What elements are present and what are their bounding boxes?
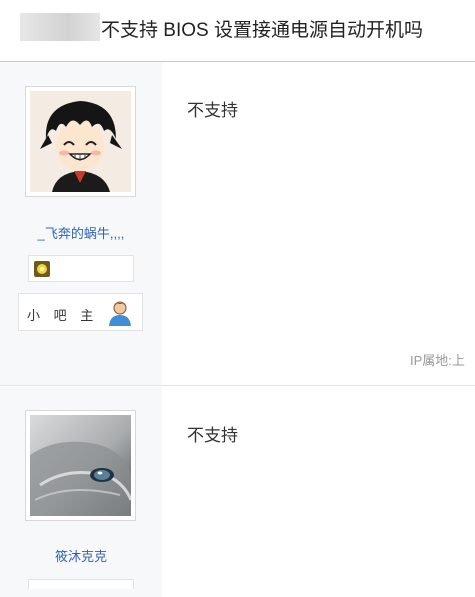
thread-title: 不支持 BIOS 设置接通电源自动开机吗 [101, 20, 423, 41]
anime-avatar-image [30, 91, 131, 192]
author-sidebar: _飞奔的蜗牛,,,, 小 吧 主 [0, 62, 162, 385]
thread-header: 不支持 BIOS 设置接通电源自动开机吗 [0, 0, 475, 62]
author-username[interactable]: 筱沐克克 [0, 546, 162, 565]
author-sidebar: 筱沐克克 [0, 387, 162, 597]
role-label: 小 吧 主 [27, 308, 99, 323]
level-badge-row [28, 579, 134, 589]
cat-avatar-image [30, 415, 131, 516]
post: 筱沐克克 不支持 [0, 387, 475, 597]
avatar[interactable] [25, 410, 136, 521]
level-badge-row [28, 255, 134, 282]
level-badge-icon [34, 261, 50, 277]
post-content: 不支持 [187, 426, 238, 445]
author-username[interactable]: _飞奔的蜗牛,,,, [0, 223, 162, 242]
post-content: 不支持 [187, 101, 238, 120]
ip-location: IP属地:上 [410, 353, 465, 368]
moderator-role-box: 小 吧 主 [18, 293, 143, 331]
avatar[interactable] [25, 86, 136, 197]
post: _飞奔的蜗牛,,,, 小 吧 主 不支持 IP属地:上 [0, 62, 475, 386]
user-icon [109, 301, 131, 326]
blurred-forum-name [20, 13, 100, 41]
